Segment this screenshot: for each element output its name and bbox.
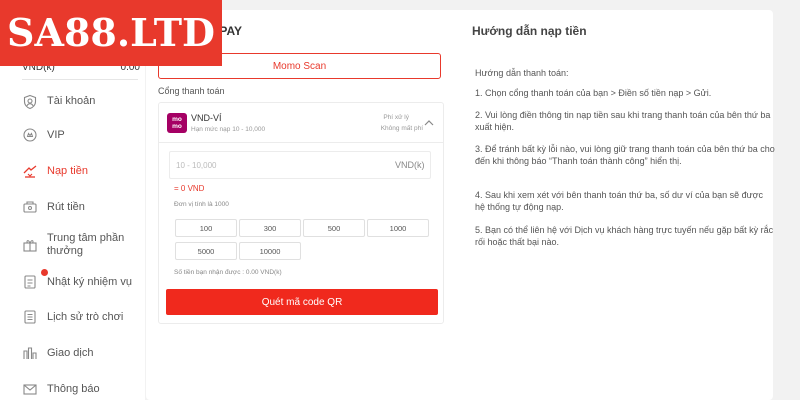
quick-amount-500[interactable]: 500 [303,219,365,237]
payment-method-name: VND-VÍ [191,113,222,123]
fee-label: Phí xử lý [383,114,409,121]
guide-step-1: 1. Chọn cổng thanh toán của bạn > Điền s… [475,88,712,98]
sidebar-item-deposit[interactable]: Nạp tiền [0,153,145,189]
vip-icon [22,127,38,143]
sidebar-item-task-log[interactable]: Nhật ký nhiệm vụ [0,265,145,299]
transaction-icon [22,345,38,361]
sidebar-item-notifications[interactable]: Thông báo [0,371,145,400]
sidebar-item-game-history[interactable]: Lịch sử trò chơi [0,299,145,335]
sidebar-menu: Tài khoản VIP Nạp tiền Rút tiền Trung tâ… [0,86,145,400]
payment-card: mo mo VND-VÍ Hạn mức nạp 10 - 10,000 Phí… [158,102,444,324]
divider [22,79,138,80]
sidebar-item-label: Lịch sử trò chơi [47,310,124,323]
guide-step-3: 3. Để tránh bất kỳ lỗi nào, vui lòng giữ… [475,144,775,166]
fee-value: Không mất phí [380,125,423,132]
converted-amount: = 0 VND [174,184,205,193]
sidebar-item-label: Giao dịch [47,346,94,359]
guide-title: Hướng dẫn nạp tiền [472,24,587,38]
momo-logo: mo mo [167,113,187,133]
gift-icon [22,237,38,253]
sidebar-item-rewards[interactable]: Trung tâm phần thưởng [0,225,145,265]
sidebar-item-label: Trung tâm phần thưởng [47,232,125,257]
withdraw-icon [22,199,38,215]
quick-amount-100[interactable]: 100 [175,219,237,237]
sidebar-item-label: Rút tiền [47,200,85,213]
sidebar-item-account[interactable]: Tài khoản [0,86,145,117]
payment-limit: Hạn mức nạp 10 - 10,000 [191,126,266,133]
guide-intro: Hướng dẫn thanh toán: [475,68,569,78]
chevron-up-icon[interactable] [424,119,434,127]
sidebar-item-label: Nạp tiền [47,164,88,177]
sidebar-item-label: VIP [47,128,65,141]
game-history-icon [22,309,38,325]
quick-amount-1000[interactable]: 1000 [367,219,429,237]
sidebar-item-withdraw[interactable]: Rút tiền [0,189,145,225]
guide-step-2: 2. Vui lòng điền thông tin nạp tiền sau … [475,110,771,132]
mail-icon [22,381,38,397]
quick-amount-5000[interactable]: 5000 [175,242,237,260]
guide-step-4: 4. Sau khi xem xét với bên thanh toán th… [475,190,764,212]
quick-amount-300[interactable]: 300 [239,219,301,237]
sidebar-item-label: Nhật ký nhiệm vụ [47,275,132,288]
deposit-icon [22,163,38,179]
task-log-icon [22,274,38,290]
amount-input[interactable] [169,151,431,179]
quick-amount-10000[interactable]: 10000 [239,242,301,260]
sidebar-item-transactions[interactable]: Giao dịch [0,335,145,371]
sidebar-item-label: Thông báo [47,382,100,395]
scan-qr-button[interactable]: Quét mã code QR [166,289,438,315]
guide-step-5: 5. Bạn có thể liên hệ với Dịch vụ khách … [475,225,774,247]
gateway-label: Cổng thanh toán [158,86,225,96]
payment-method-header[interactable]: mo mo VND-VÍ Hạn mức nạp 10 - 10,000 Phí… [159,103,443,143]
brand-logo: SA88.LTD [0,0,222,66]
sidebar-item-vip[interactable]: VIP [0,117,145,153]
received-amount-note: Số tiền bạn nhận được : 0.00 VND(k) [174,269,282,276]
notification-badge [41,269,48,276]
amount-unit: VND(k) [395,160,425,170]
sidebar-item-label: Tài khoản [47,95,96,107]
user-icon [22,94,38,110]
unit-note: Đơn vị tính là 1000 [174,201,229,208]
logo-text: SA88.LTD [7,10,215,55]
